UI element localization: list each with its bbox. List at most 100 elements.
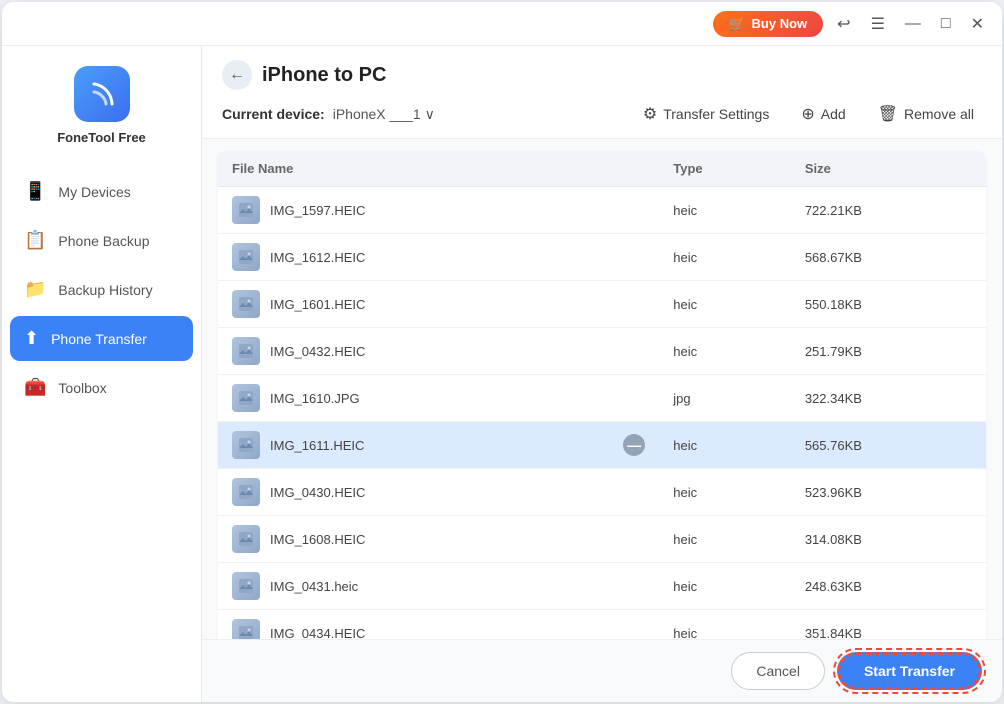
back-arrow-icon: ←	[229, 66, 245, 84]
cell-filename: IMG_0434.HEIC	[218, 610, 659, 640]
filename-text: IMG_1608.HEIC	[270, 532, 365, 547]
table-row[interactable]: IMG_1610.JPG jpg322.34KB	[218, 375, 986, 422]
cell-type: heic	[659, 422, 791, 469]
filename-text: IMG_1610.JPG	[270, 391, 360, 406]
sidebar-label-phone-backup: Phone Backup	[58, 233, 149, 249]
table-row[interactable]: IMG_1611.HEIC — heic565.76KB	[218, 422, 986, 469]
close-icon: ✕	[971, 14, 984, 34]
remove-all-button[interactable]: 🗑 Remove all	[870, 100, 982, 128]
undo-button[interactable]: ↩	[831, 10, 856, 38]
buy-now-label: Buy Now	[752, 16, 808, 31]
cell-filename: IMG_1608.HEIC	[218, 516, 659, 563]
cell-size: 322.34KB	[791, 375, 986, 422]
maximize-button[interactable]: □	[935, 11, 957, 37]
cell-type: heic	[659, 469, 791, 516]
filename-text: IMG_0434.HEIC	[270, 626, 365, 640]
table-row[interactable]: IMG_0434.HEIC heic351.84KB	[218, 610, 986, 640]
table-row[interactable]: IMG_0431.heic heic248.63KB	[218, 563, 986, 610]
cell-size: 314.08KB	[791, 516, 986, 563]
cell-type: heic	[659, 281, 791, 328]
table-row[interactable]: IMG_0432.HEICheic251.79KB	[218, 328, 986, 375]
buy-now-button[interactable]: 🛒 Buy Now	[713, 11, 823, 37]
sidebar-label-toolbox: Toolbox	[58, 380, 106, 396]
menu-button[interactable]: ☰	[865, 10, 891, 38]
sidebar-item-phone-backup[interactable]: 📋 Phone Backup	[10, 218, 193, 263]
sidebar-item-phone-transfer[interactable]: ⬆ Phone Transfer	[10, 316, 193, 361]
cell-filename: IMG_1597.HEIC	[218, 187, 659, 234]
cell-size: 550.18KB	[791, 281, 986, 328]
cell-size: 568.67KB	[791, 234, 986, 281]
transfer-settings-label: Transfer Settings	[663, 106, 769, 122]
titlebar: 🛒 Buy Now ↩ ☰ — □ ✕	[2, 2, 1002, 46]
filename-text: IMG_1612.HEIC	[270, 250, 365, 265]
table-row[interactable]: IMG_1601.HEIC heic550.18KB	[218, 281, 986, 328]
column-filename: File Name	[218, 151, 659, 187]
filename-text: IMG_0430.HEIC	[270, 485, 365, 500]
filename-text: IMG_1597.HEIC	[270, 203, 365, 218]
file-thumbnail	[232, 525, 260, 553]
cell-filename: IMG_0432.HEIC	[218, 328, 659, 375]
content-area: ← iPhone to PC Current device: iPhoneX _…	[202, 46, 1002, 702]
sidebar-item-my-devices[interactable]: 📱 My Devices	[10, 169, 193, 214]
file-thumbnail	[232, 572, 260, 600]
table-row[interactable]: IMG_0430.HEIC heic523.96KB	[218, 469, 986, 516]
start-transfer-label: Start Transfer	[864, 663, 955, 679]
device-dropdown[interactable]: iPhoneX ___1 ∨	[333, 106, 435, 123]
cell-type: jpg	[659, 375, 791, 422]
table-row[interactable]: IMG_1612.HEIC heic568.67KB	[218, 234, 986, 281]
phone-icon: 📱	[24, 181, 46, 202]
file-thumbnail	[232, 478, 260, 506]
menu-icon: ☰	[871, 14, 885, 34]
app-logo	[74, 66, 130, 122]
filename-text: IMG_0431.heic	[270, 579, 358, 594]
cell-size: 248.63KB	[791, 563, 986, 610]
maximize-icon: □	[941, 15, 951, 33]
content-footer: Cancel Start Transfer	[202, 639, 1002, 702]
file-table-container[interactable]: File Name Type Size IMG_1597.HEICheic722…	[202, 139, 1002, 639]
minimize-button[interactable]: —	[899, 11, 927, 37]
file-thumbnail	[232, 290, 260, 318]
cell-size: 251.79KB	[791, 328, 986, 375]
add-button[interactable]: ⊕ Add	[793, 100, 853, 128]
cell-type: heic	[659, 563, 791, 610]
cell-type: heic	[659, 234, 791, 281]
cell-filename: IMG_1610.JPG	[218, 375, 659, 422]
table-row[interactable]: IMG_1608.HEIC heic314.08KB	[218, 516, 986, 563]
undo-icon: ↩	[837, 14, 850, 34]
transfer-settings-button[interactable]: ⚙ Transfer Settings	[635, 100, 777, 128]
back-button[interactable]: ←	[222, 60, 252, 90]
file-table: File Name Type Size IMG_1597.HEICheic722…	[218, 151, 986, 639]
content-header: ← iPhone to PC Current device: iPhoneX _…	[202, 46, 1002, 139]
cell-type: heic	[659, 610, 791, 640]
cell-size: 565.76KB	[791, 422, 986, 469]
file-thumbnail	[232, 196, 260, 224]
cell-size: 351.84KB	[791, 610, 986, 640]
device-row: Current device: iPhoneX ___1 ∨ ⚙ Transfe…	[222, 100, 982, 128]
cell-size: 523.96KB	[791, 469, 986, 516]
app-window: 🛒 Buy Now ↩ ☰ — □ ✕	[2, 2, 1002, 702]
cell-filename: IMG_0430.HEIC	[218, 469, 659, 516]
table-row[interactable]: IMG_1597.HEICheic722.21KB	[218, 187, 986, 234]
filename-text: IMG_1611.HEIC	[270, 438, 364, 453]
column-size: Size	[791, 151, 986, 187]
add-icon: ⊕	[801, 104, 814, 124]
sidebar-label-backup-history: Backup History	[58, 282, 152, 298]
add-label: Add	[821, 106, 846, 122]
close-button[interactable]: ✕	[965, 10, 990, 38]
file-thumbnail	[232, 431, 260, 459]
sidebar-item-backup-history[interactable]: 📁 Backup History	[10, 267, 193, 312]
main-layout: FoneTool Free 📱 My Devices 📋 Phone Backu…	[2, 46, 1002, 702]
filename-text: IMG_1601.HEIC	[270, 297, 365, 312]
cell-type: heic	[659, 516, 791, 563]
cell-filename: IMG_1601.HEIC	[218, 281, 659, 328]
file-thumbnail	[232, 384, 260, 412]
start-transfer-button[interactable]: Start Transfer	[837, 652, 982, 690]
cancel-button[interactable]: Cancel	[731, 652, 825, 690]
minimize-icon: —	[905, 15, 921, 33]
page-title-row: ← iPhone to PC	[222, 60, 982, 90]
selected-indicator: —	[623, 434, 645, 456]
transfer-icon: ⬆	[24, 328, 39, 349]
backup-icon: 📋	[24, 230, 46, 251]
sidebar-item-toolbox[interactable]: 🧰 Toolbox	[10, 365, 193, 410]
sidebar-nav: 📱 My Devices 📋 Phone Backup 📁 Backup His…	[2, 169, 201, 410]
